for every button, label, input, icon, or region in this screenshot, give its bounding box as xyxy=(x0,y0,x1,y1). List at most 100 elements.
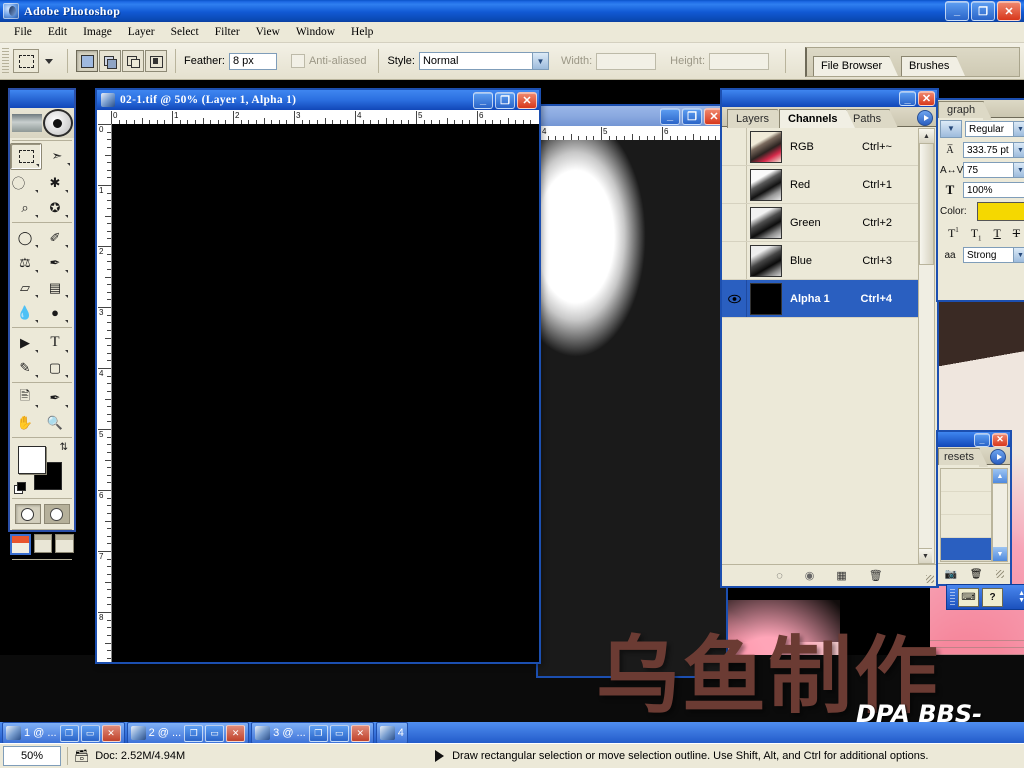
leading-row[interactable]: A̅ 333.75 pt ▼ xyxy=(938,140,1024,160)
channel-row-alpha-1[interactable]: Alpha 1 Ctrl+4 xyxy=(722,280,920,318)
selection-mode-group[interactable] xyxy=(76,50,167,72)
delete-channel-icon[interactable]: 🗑 xyxy=(869,569,883,582)
close-button[interactable]: ✕ xyxy=(918,91,935,106)
restore-button[interactable]: ❐ xyxy=(59,724,79,742)
default-colors-icon[interactable] xyxy=(14,482,26,494)
eraser-tool[interactable]: ▱ xyxy=(10,275,40,300)
channels-palette[interactable]: _ ✕ Layers Channels Paths RGB Ctrl+~ Red… xyxy=(720,88,939,588)
tracking-row[interactable]: A↔V 75 ▼ xyxy=(938,160,1024,180)
keyboard-icon[interactable]: ⌨ xyxy=(958,587,979,607)
presets-palette-titlebar[interactable]: _ ✕ xyxy=(938,432,1010,447)
tab-presets[interactable]: resets xyxy=(938,448,988,467)
channel-visibility-toggle[interactable] xyxy=(722,166,747,203)
close-button[interactable]: ✕ xyxy=(997,1,1021,21)
save-selection-as-channel-icon[interactable]: ◉ xyxy=(805,569,815,582)
active-document-window-buttons[interactable]: _ ❐ ✕ xyxy=(473,91,539,109)
screen-mode-group[interactable] xyxy=(10,532,75,557)
menu-select[interactable]: Select xyxy=(163,24,207,40)
anti-aliased-checkbox[interactable] xyxy=(290,54,305,68)
antialias-row[interactable]: aa Strong ▼ xyxy=(938,245,1024,265)
document-taskbar[interactable]: 1 @ ... ❐ ▭ ✕ 2 @ ... ❐ ▭ ✕ 3 @ ... ❐ ▭ … xyxy=(0,722,1024,744)
list-item[interactable] xyxy=(941,515,991,538)
leading-input[interactable]: 333.75 pt ▼ xyxy=(963,142,1024,158)
jump-to-imageready-icon[interactable]: ➦ xyxy=(24,565,36,582)
text-style-buttons[interactable]: T1 T1 T T xyxy=(938,223,1024,245)
brush-tool[interactable]: ✐ xyxy=(40,225,70,250)
chevron-down-icon[interactable]: ▼ xyxy=(1013,163,1024,177)
imageready-icon[interactable]: 🖼 xyxy=(42,565,60,582)
rectangular-marquee-tool[interactable] xyxy=(10,143,42,170)
menu-edit[interactable]: Edit xyxy=(40,24,75,40)
slice-tool[interactable]: ✪ xyxy=(40,195,70,220)
maximize-button[interactable]: ▭ xyxy=(80,724,100,742)
blur-tool[interactable]: 💧 xyxy=(10,300,40,325)
restore-button[interactable]: ❐ xyxy=(308,724,328,742)
channels-palette-titlebar[interactable]: _ ✕ xyxy=(722,90,937,107)
channel-row-green[interactable]: Green Ctrl+2 xyxy=(722,204,920,242)
options-bar-grip[interactable] xyxy=(2,48,9,74)
minimize-button[interactable]: _ xyxy=(974,432,990,447)
active-document-titlebar[interactable]: 02-1.tif @ 50% (Layer 1, Alpha 1) _ ❐ ✕ xyxy=(97,90,539,110)
channels-list[interactable]: RGB Ctrl+~ Red Ctrl+1 Green Ctrl+2 Blue … xyxy=(722,128,920,564)
new-selection-button[interactable] xyxy=(76,50,98,72)
antialias-select[interactable]: Strong ▼ xyxy=(963,247,1024,264)
lasso-tool[interactable]: ⃝ xyxy=(10,170,40,195)
tool-grid-selection[interactable]: ➣ ⃝ ✱ ⌕ ✪ xyxy=(10,143,74,220)
ime-language-bar[interactable]: ⌨ ? ▲ ▼ xyxy=(946,584,1024,610)
zoom-level-input[interactable]: 50% xyxy=(3,746,61,766)
dodge-tool[interactable]: ● xyxy=(40,300,70,325)
channel-visibility-toggle[interactable] xyxy=(722,280,747,317)
hand-tool[interactable]: ✋ xyxy=(10,410,40,435)
vertical-scale-input[interactable]: 100% xyxy=(963,182,1024,198)
quick-mask-mode-button[interactable] xyxy=(43,504,70,524)
toolbox-titlebar[interactable] xyxy=(10,90,74,108)
add-to-selection-button[interactable] xyxy=(99,50,121,72)
palette-menu-icon[interactable] xyxy=(917,110,933,126)
channel-visibility-toggle[interactable] xyxy=(722,128,747,165)
mask-mode-group[interactable] xyxy=(10,501,74,527)
close-button[interactable]: ✕ xyxy=(226,724,246,742)
camera-icon[interactable]: 📷 xyxy=(944,569,956,580)
palette-well-tab-file-browser[interactable]: File Browser xyxy=(813,56,899,76)
intersect-with-selection-button[interactable] xyxy=(145,50,167,72)
palette-well-tab-brushes[interactable]: Brushes xyxy=(901,56,966,76)
tab-layers[interactable]: Layers xyxy=(727,109,787,128)
list-item[interactable] xyxy=(941,469,991,492)
magic-wand-tool[interactable]: ✱ xyxy=(40,170,70,195)
current-tool-icon[interactable] xyxy=(13,49,39,73)
channels-palette-footer[interactable]: ◌ ◉ ▦ 🗑 xyxy=(722,564,937,586)
tool-grid-retouch[interactable]: ◯ ✐ ⚖ ✒ ▱ ▤ 💧 ● xyxy=(10,225,74,325)
font-style-select[interactable]: Regular ▼ xyxy=(965,121,1024,137)
create-new-channel-icon[interactable]: ▦ xyxy=(836,569,846,582)
vertical-scale-row[interactable]: T 100% xyxy=(938,180,1024,200)
taskbar-window-controls[interactable]: ❐ ▭ ✕ xyxy=(59,724,121,742)
close-button[interactable]: ✕ xyxy=(350,724,370,742)
full-screen-mode-button[interactable] xyxy=(55,534,75,553)
resize-grip[interactable] xyxy=(995,570,1004,578)
presets-palette[interactable]: _ ✕ resets ▲ ▼ 📷 🗑 xyxy=(936,430,1012,586)
healing-brush-tool[interactable]: ◯ xyxy=(10,225,40,250)
channel-row-rgb[interactable]: RGB Ctrl+~ xyxy=(722,128,920,166)
restore-button[interactable]: ❐ xyxy=(971,1,995,21)
tab-channels[interactable]: Channels xyxy=(779,109,854,128)
palette-menu-icon[interactable] xyxy=(990,449,1006,465)
presets-list[interactable] xyxy=(940,468,992,562)
taskbar-window-controls[interactable]: ❐ ▭ ✕ xyxy=(184,724,246,742)
taskbar-window-3[interactable]: 3 @ ... ❐ ▭ ✕ xyxy=(251,722,374,744)
channel-row-blue[interactable]: Blue Ctrl+3 xyxy=(722,242,920,280)
ime-expand-icon[interactable]: ▲ ▼ xyxy=(1018,590,1024,604)
menu-image[interactable]: Image xyxy=(75,24,120,40)
eyedropper-tool[interactable]: ✒ xyxy=(40,385,70,410)
channels-palette-tabs[interactable]: Layers Channels Paths xyxy=(722,107,937,128)
strikethrough-button[interactable]: T xyxy=(1013,226,1020,242)
tab-paragraph[interactable]: graph xyxy=(938,101,993,120)
superscript-button[interactable]: T1 xyxy=(948,226,959,242)
list-item[interactable] xyxy=(941,492,991,515)
move-tool[interactable]: ➣ xyxy=(42,143,72,168)
color-swatches[interactable]: ⇅ xyxy=(10,440,74,496)
menu-view[interactable]: View xyxy=(248,24,288,40)
presets-palette-footer[interactable]: 📷 🗑 xyxy=(938,563,1010,584)
full-screen-with-menubar-button[interactable] xyxy=(33,534,53,553)
scroll-up-arrow-icon[interactable]: ▲ xyxy=(993,469,1007,484)
width-input[interactable] xyxy=(596,52,657,70)
